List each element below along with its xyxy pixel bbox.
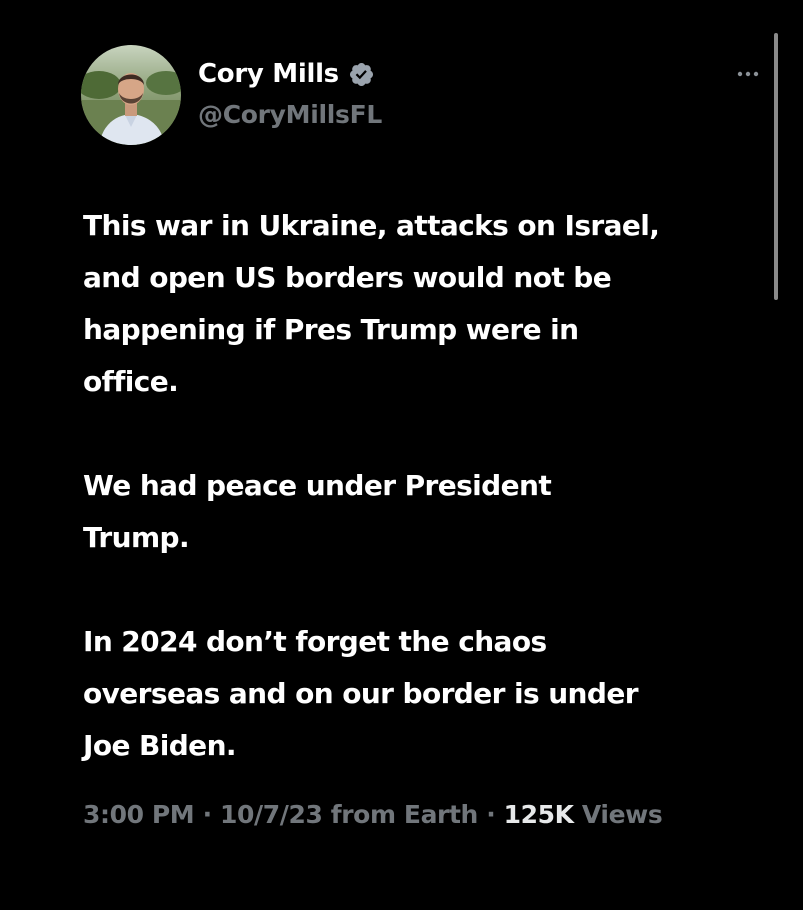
verified-badge-icon — [349, 62, 373, 86]
tweet-time[interactable]: 3:00 PM — [83, 800, 195, 829]
more-options-icon[interactable] — [733, 64, 763, 84]
views-label: Views — [573, 800, 663, 829]
meta-separator: · — [194, 800, 221, 829]
tweet-source: from Earth — [322, 800, 479, 829]
tweet-paragraph: This war in Ukraine, attacks on Israel, … — [83, 209, 660, 398]
tweet-screen: Cory Mills @CoryMillsFL This war in Ukra… — [0, 0, 803, 910]
author-name-row[interactable]: Cory Mills — [198, 56, 375, 92]
author-handle[interactable]: @CoryMillsFL — [198, 100, 382, 129]
tweet-paragraph: In 2024 don’t forget the chaos overseas … — [83, 625, 639, 762]
tweet-date[interactable]: 10/7/23 — [220, 800, 323, 829]
tweet-metadata: 3:00 PM · 10/7/23 from Earth · 125K View… — [83, 800, 663, 829]
avatar[interactable] — [81, 45, 181, 145]
tweet-text: This war in Ukraine, attacks on Israel, … — [83, 200, 773, 772]
views-count[interactable]: 125K — [504, 800, 574, 829]
scrollbar[interactable] — [774, 33, 778, 300]
author-display-name[interactable]: Cory Mills — [198, 59, 339, 89]
avatar-photo — [81, 45, 181, 145]
meta-separator: · — [477, 800, 504, 829]
tweet-paragraph: We had peace under President Trump. — [83, 469, 552, 554]
